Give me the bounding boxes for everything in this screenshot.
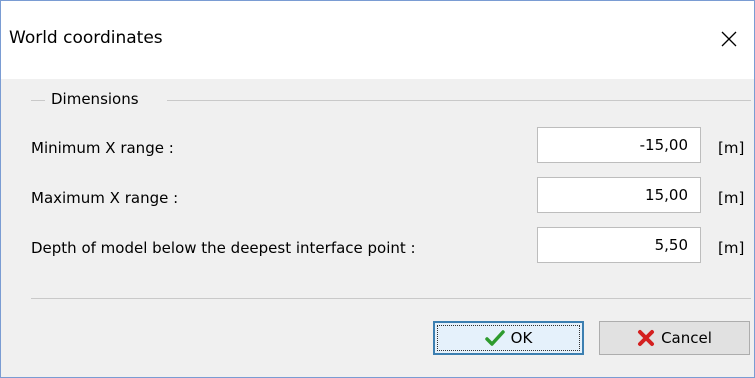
group-border-right <box>167 100 751 101</box>
max-x-range-unit: [m] <box>718 189 745 207</box>
x-icon <box>638 330 655 346</box>
close-button[interactable] <box>711 21 747 57</box>
max-x-range-label: Maximum X range : <box>31 189 179 207</box>
depth-of-model-label: Depth of model below the deepest interfa… <box>31 239 416 257</box>
window-title: World coordinates <box>9 28 163 48</box>
checkmark-icon <box>484 330 505 346</box>
separator-line <box>31 298 751 299</box>
close-icon <box>721 31 737 47</box>
min-x-range-input[interactable] <box>537 127 701 163</box>
max-x-range-input[interactable] <box>537 177 701 213</box>
ok-button-label: OK <box>510 329 533 347</box>
title-bar: World coordinates <box>1 1 754 79</box>
group-legend-dimensions: Dimensions <box>51 90 139 108</box>
world-coordinates-dialog: World coordinates Dimensions Minimum X r… <box>0 0 755 378</box>
ok-button[interactable]: OK <box>433 321 584 355</box>
cancel-button-label: Cancel <box>661 329 712 347</box>
focus-ring <box>437 325 580 351</box>
min-x-range-unit: [m] <box>718 139 745 157</box>
cancel-button[interactable]: Cancel <box>599 321 750 355</box>
group-border-left <box>31 100 45 101</box>
depth-of-model-input[interactable] <box>537 227 701 263</box>
min-x-range-label: Minimum X range : <box>31 139 174 157</box>
depth-of-model-unit: [m] <box>718 239 745 257</box>
